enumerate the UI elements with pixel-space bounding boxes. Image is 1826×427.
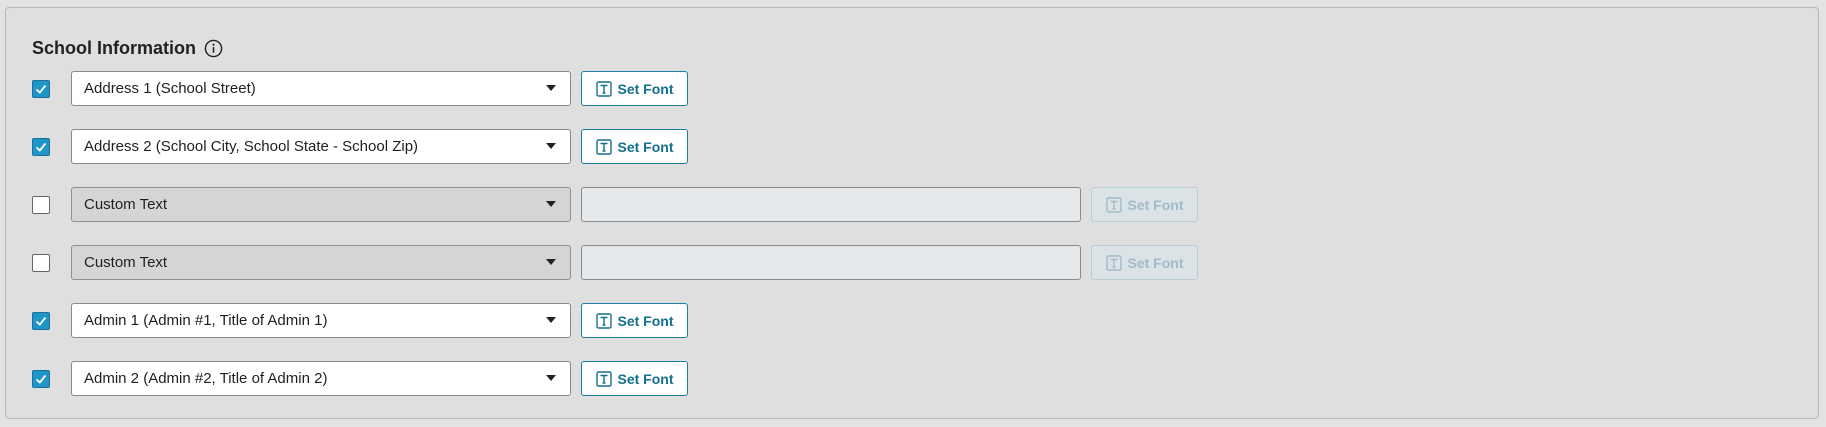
chevron-down-icon [546,143,556,149]
row-checkbox[interactable] [32,138,50,156]
custom-text-input[interactable] [581,187,1081,222]
set-font-button[interactable]: Set Font [581,361,688,396]
set-font-label: Set Font [617,312,674,329]
set-font-label: Set Font [617,80,674,97]
select-value: Address 1 (School Street) [84,80,256,97]
row-custom-text-2: Custom Text Set Font [32,245,1198,281]
text-font-icon [595,138,612,155]
checkmark-icon [35,142,47,152]
section-title: School Information [32,37,196,58]
set-font-button[interactable]: Set Font [581,303,688,338]
row-checkbox[interactable] [32,254,50,272]
chevron-down-icon [546,85,556,91]
checkmark-icon [35,84,47,94]
info-circle-icon[interactable] [204,39,223,58]
row-address-1: Address 1 (School Street) Set Font [32,71,688,107]
text-font-icon [595,80,612,97]
row-address-2: Address 2 (School City, School State - S… [32,129,688,165]
text-font-icon [1105,254,1122,271]
row-admin-1: Admin 1 (Admin #1, Title of Admin 1) Set… [32,303,688,339]
row-checkbox[interactable] [32,80,50,98]
select-value: Address 2 (School City, School State - S… [84,138,419,155]
field-select[interactable]: Address 1 (School Street) [71,71,571,106]
set-font-label: Set Font [1127,196,1184,213]
checkmark-icon [35,316,47,326]
field-select[interactable]: Address 2 (School City, School State - S… [71,129,571,164]
text-font-icon [595,312,612,329]
checkmark-icon [35,374,47,384]
set-font-label: Set Font [617,138,674,155]
chevron-down-icon [546,201,556,207]
field-select[interactable]: Custom Text [71,245,571,280]
select-value: Custom Text [84,254,168,271]
set-font-label: Set Font [617,370,674,387]
school-information-panel: School Information Address 1 (School Str… [5,7,1819,419]
select-value: Admin 2 (Admin #2, Title of Admin 2) [84,370,328,387]
field-select[interactable]: Admin 1 (Admin #1, Title of Admin 1) [71,303,571,338]
select-value: Custom Text [84,196,168,213]
set-font-label: Set Font [1127,254,1184,271]
set-font-button[interactable]: Set Font [1091,245,1198,280]
chevron-down-icon [546,317,556,323]
field-select[interactable]: Admin 2 (Admin #2, Title of Admin 2) [71,361,571,396]
set-font-button[interactable]: Set Font [1091,187,1198,222]
section-header: School Information [32,36,223,60]
row-checkbox[interactable] [32,370,50,388]
chevron-down-icon [546,259,556,265]
row-custom-text-1: Custom Text Set Font [32,187,1198,223]
text-font-icon [595,370,612,387]
set-font-button[interactable]: Set Font [581,129,688,164]
custom-text-input[interactable] [581,245,1081,280]
select-value: Admin 1 (Admin #1, Title of Admin 1) [84,312,328,329]
row-checkbox[interactable] [32,196,50,214]
chevron-down-icon [546,375,556,381]
set-font-button[interactable]: Set Font [581,71,688,106]
text-font-icon [1105,196,1122,213]
row-checkbox[interactable] [32,312,50,330]
field-select[interactable]: Custom Text [71,187,571,222]
row-admin-2: Admin 2 (Admin #2, Title of Admin 2) Set… [32,361,688,397]
